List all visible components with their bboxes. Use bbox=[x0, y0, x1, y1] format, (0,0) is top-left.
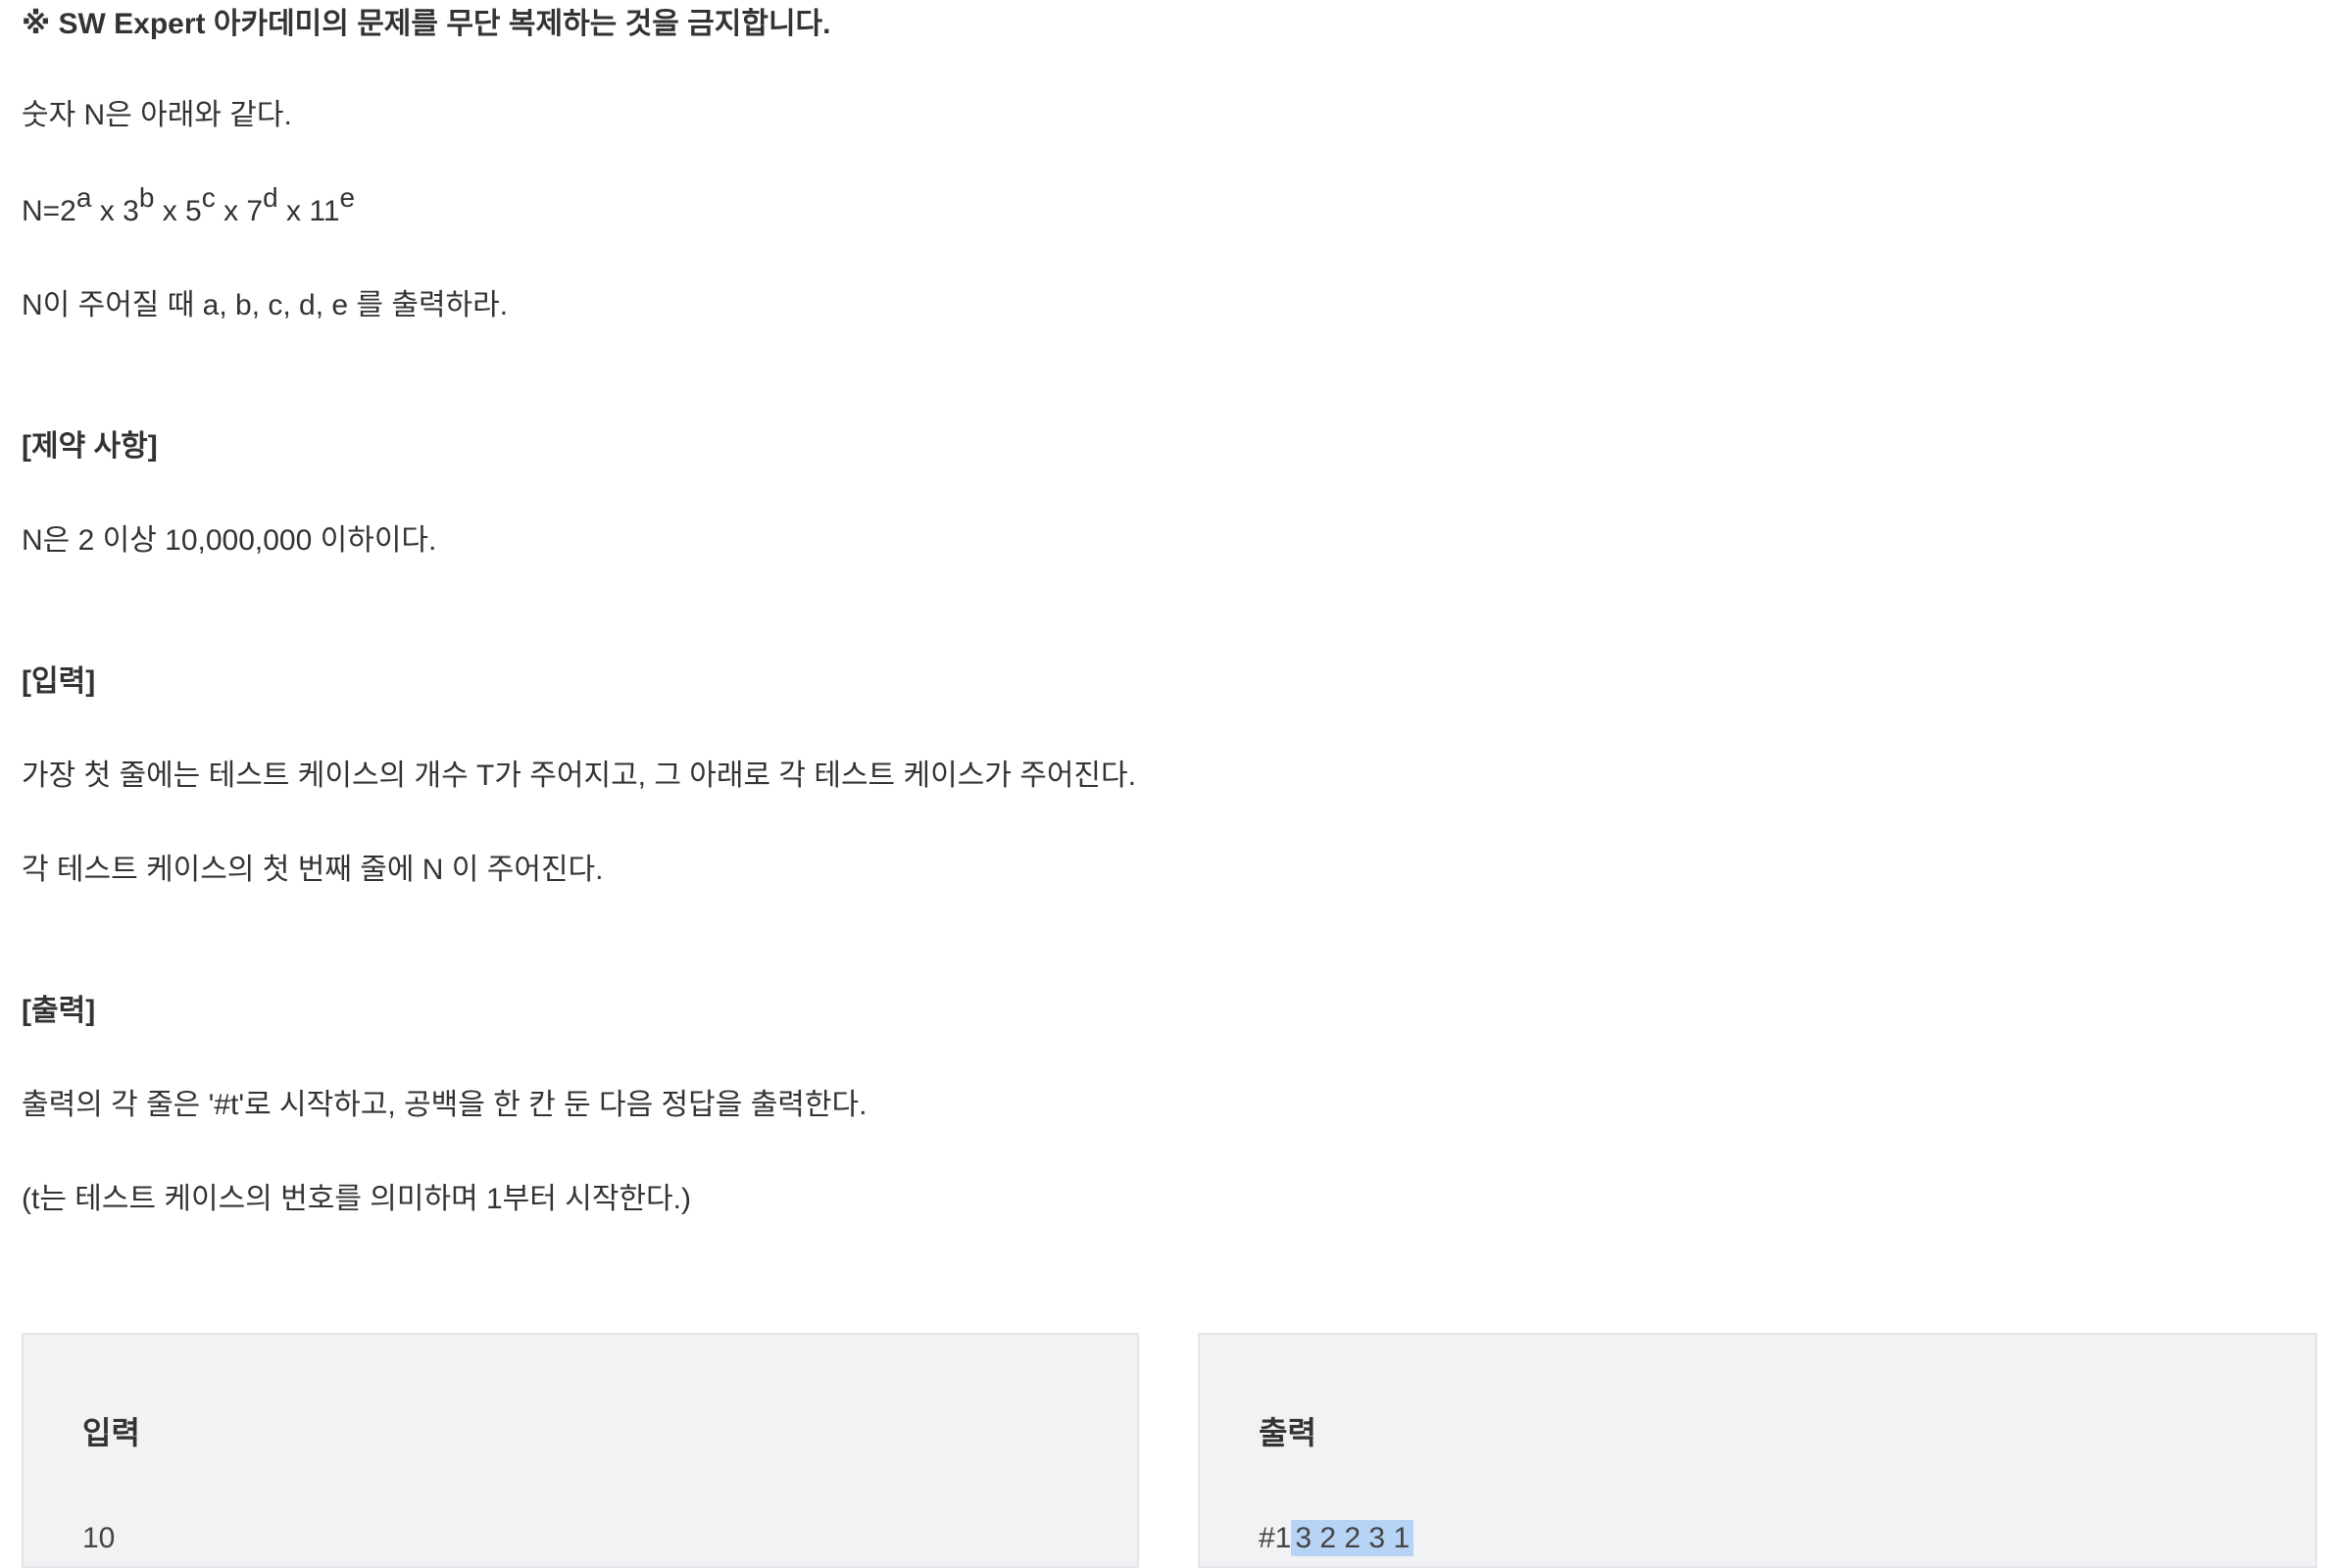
sample-output-case-prefix: #1 bbox=[1259, 1522, 1292, 1554]
exponent-d: d bbox=[263, 182, 278, 213]
sample-output-box: 출력 #1 3 2 2 3 1 bbox=[1198, 1333, 2317, 1568]
exponent-e: e bbox=[339, 182, 356, 213]
sample-output-first-line: #1 3 2 2 3 1 bbox=[1259, 1519, 1414, 1558]
exponent-c: c bbox=[201, 182, 216, 213]
constraints-heading: [제약 사항] bbox=[22, 430, 158, 463]
formula-base-2: N=2 bbox=[22, 195, 76, 227]
constraints-text: N은 2 이상 10,000,000 이하이다. bbox=[22, 524, 437, 557]
formula: N=2a x 3b x 5c x 7d x 11e bbox=[22, 182, 355, 231]
task-text: N이 주어질 때 a, b, c, d, e 를 출력하라. bbox=[22, 289, 509, 321]
sample-input-first-line: 10 bbox=[82, 1522, 116, 1554]
sample-output-selected-text[interactable]: 3 2 2 3 1 bbox=[1291, 1520, 1414, 1556]
sample-output-title: 출력 bbox=[1259, 1415, 1316, 1450]
formula-base-5: x 5 bbox=[154, 195, 202, 227]
input-heading: [입력] bbox=[22, 665, 96, 698]
intro-text: 숫자 N은 아래와 같다. bbox=[22, 99, 292, 131]
output-line-1: 출력의 각 줄은 '#t'로 시작하고, 공백을 한 칸 둔 다음 정답을 출력… bbox=[22, 1089, 868, 1121]
input-line-1: 가장 첫 줄에는 테스트 케이스의 개수 T가 주어지고, 그 아래로 각 테스… bbox=[22, 760, 1136, 792]
sample-input-title: 입력 bbox=[82, 1415, 140, 1450]
formula-base-3: x 3 bbox=[91, 195, 139, 227]
formula-base-11: x 11 bbox=[277, 195, 340, 227]
output-line-2: (t는 테스트 케이스의 번호를 의미하며 1부터 시작한다.) bbox=[22, 1183, 691, 1215]
copyright-notice: ※ SW Expert 아카데미의 문제를 무단 복제하는 것을 금지합니다. bbox=[22, 8, 831, 40]
sample-input-box: 입력 10 bbox=[22, 1333, 1139, 1568]
input-line-2: 각 테스트 케이스의 첫 번째 줄에 N 이 주어진다. bbox=[22, 854, 604, 886]
formula-base-7: x 7 bbox=[215, 195, 264, 227]
exponent-a: a bbox=[75, 182, 92, 213]
output-heading: [출력] bbox=[22, 995, 96, 1027]
exponent-b: b bbox=[138, 182, 155, 213]
